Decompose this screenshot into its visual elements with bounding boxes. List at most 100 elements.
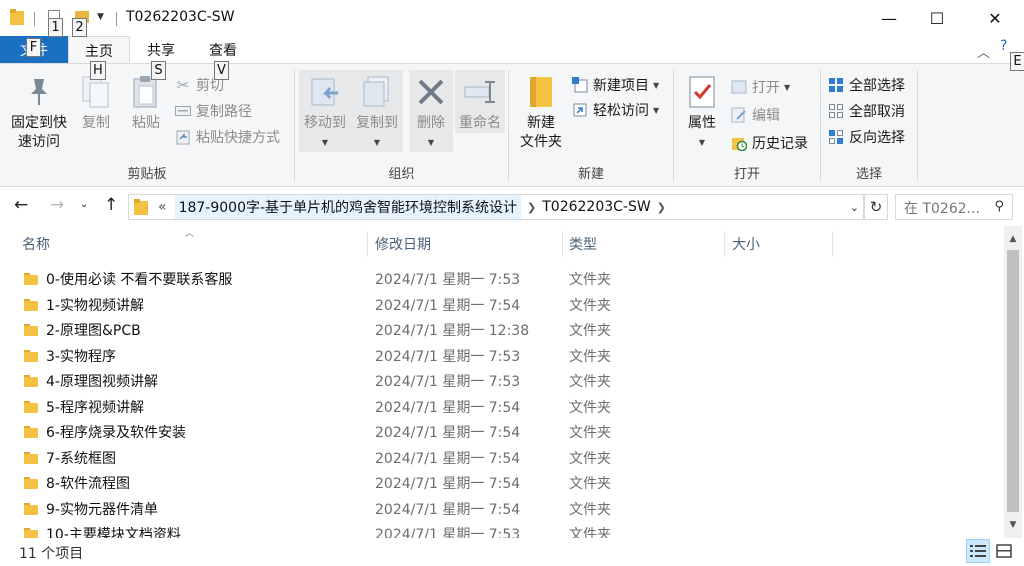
file-name: 9-实物元器件清单 [46, 501, 158, 518]
table-row[interactable]: 7-系统框图 2024/7/1 星期一 7:54 文件夹 [0, 445, 1000, 470]
copy-path-button[interactable]: 复制路径 [174, 100, 252, 122]
copy-to-button[interactable]: 复制到 ▼ [351, 70, 403, 152]
move-to-button[interactable]: 移动到 ▼ [299, 70, 351, 152]
column-header-modified[interactable]: 修改日期 [375, 231, 431, 257]
folder-icon [24, 426, 38, 438]
breadcrumb-overflow[interactable]: « [158, 199, 167, 215]
file-name: 4-原理图视频讲解 [46, 374, 158, 390]
refresh-button[interactable]: ↻ [864, 194, 888, 220]
large-icons-view-button[interactable] [992, 539, 1016, 563]
breadcrumb-current[interactable]: T0262203C-SW [542, 199, 650, 215]
select-all-button[interactable]: 全部选择 [827, 74, 905, 96]
edit-icon [730, 106, 748, 124]
copy-to-dropdown-icon: ▼ [373, 138, 381, 147]
new-folder-button[interactable]: 新建 文件夹 [515, 70, 567, 152]
column-divider[interactable] [562, 231, 563, 257]
table-row[interactable]: 2-原理图&PCB 2024/7/1 星期一 12:38 文件夹 [0, 317, 1000, 342]
title-separator [116, 12, 117, 26]
file-type: 文件夹 [569, 501, 611, 518]
file-name: 7-系统框图 [46, 450, 116, 467]
address-history-dropdown-icon[interactable]: ⌄ [850, 201, 859, 214]
new-group: 新建 文件夹 新建项目 ▼ 轻松访问 ▼ 新建 [509, 64, 673, 188]
rename-button[interactable]: 重命名 [455, 70, 505, 133]
file-modified: 2024/7/1 星期一 7:54 [375, 425, 521, 441]
column-header-type[interactable]: 类型 [569, 231, 597, 257]
file-modified: 2024/7/1 星期一 7:53 [375, 348, 521, 365]
clipboard-group: 固定到快 速访问 复制 粘贴 ✂ 剪切 复制路径 粘贴快捷方式 剪贴板 [0, 64, 294, 188]
column-divider[interactable] [367, 231, 368, 257]
history-button[interactable]: 历史记录 [730, 132, 808, 154]
keytip-home: H [90, 61, 106, 80]
folder-icon [24, 324, 38, 336]
scroll-up-arrow-icon[interactable]: ▲ [1004, 230, 1022, 248]
paste-shortcut-button[interactable]: 粘贴快捷方式 [174, 126, 280, 148]
item-count: 11 个项目 [19, 546, 84, 562]
column-header-size[interactable]: 大小 [732, 231, 760, 257]
breadcrumb-parent[interactable]: 187-9000字-基于单片机的鸡舍智能环境控制系统设计 [174, 195, 522, 219]
table-row[interactable]: 9-实物元器件清单 2024/7/1 星期一 7:54 文件夹 [0, 496, 1000, 521]
minimize-button[interactable]: — [866, 0, 912, 36]
search-input[interactable]: 在 T0262... ⚲ [895, 194, 1013, 220]
invert-selection-button[interactable]: 反向选择 [827, 126, 905, 148]
properties-button[interactable]: 属性 ▼ [680, 70, 724, 152]
back-arrow-icon[interactable]: ← [14, 195, 28, 215]
file-modified: 2024/7/1 星期一 7:54 [375, 501, 521, 518]
table-row[interactable]: 0-使用必读 不看不要联系客服 2024/7/1 星期一 7:53 文件夹 [0, 266, 1000, 291]
folder-icon [24, 273, 38, 285]
close-button[interactable]: ✕ [972, 0, 1018, 36]
table-row[interactable]: 10-主要模块文档资料 2024/7/1 星期一 7:53 文件夹 [0, 521, 1000, 538]
pin-quick-access-button[interactable]: 固定到快 速访问 [6, 70, 72, 152]
select-none-button[interactable]: 全部取消 [827, 100, 905, 122]
properties-check-icon [685, 74, 719, 110]
forward-arrow-icon[interactable]: → [50, 195, 64, 215]
tab-share[interactable]: 共享 [130, 36, 192, 64]
table-row[interactable]: 4-原理图视频讲解 2024/7/1 星期一 7:53 文件夹 [0, 368, 1000, 393]
keytip-file: F [26, 38, 41, 57]
maximize-button[interactable]: ☐ [914, 0, 960, 36]
file-type: 文件夹 [569, 527, 611, 538]
select-all-icon [827, 76, 845, 94]
file-modified: 2024/7/1 星期一 7:54 [375, 297, 521, 314]
table-row[interactable]: 8-软件流程图 2024/7/1 星期一 7:54 文件夹 [0, 470, 1000, 495]
up-arrow-icon[interactable]: ↑ [104, 195, 118, 215]
file-modified: 2024/7/1 星期一 7:54 [375, 450, 521, 467]
file-type: 文件夹 [569, 425, 611, 441]
table-row[interactable]: 6-程序烧录及软件安装 2024/7/1 星期一 7:54 文件夹 [0, 419, 1000, 444]
column-divider[interactable] [724, 231, 725, 257]
organize-group: 移动到 ▼ 复制到 ▼ 删除 ▼ 重命名 组织 [295, 64, 508, 188]
help-icon[interactable]: ? [1000, 38, 1007, 54]
move-to-icon [308, 74, 342, 110]
table-row[interactable]: 5-程序视频讲解 2024/7/1 星期一 7:54 文件夹 [0, 394, 1000, 419]
details-view-button[interactable] [966, 539, 990, 563]
recent-locations-chevron-icon[interactable]: ⌄ [80, 199, 88, 210]
file-modified: 2024/7/1 星期一 7:54 [375, 476, 521, 492]
table-row[interactable]: 1-实物视频讲解 2024/7/1 星期一 7:54 文件夹 [0, 292, 1000, 317]
vertical-scrollbar[interactable]: ▲ ▼ [1004, 226, 1022, 538]
open-button[interactable]: 打开 ▼ [730, 76, 790, 98]
scrollbar-thumb[interactable] [1007, 250, 1019, 512]
breadcrumb-chevron-icon[interactable]: ❯ [527, 201, 536, 214]
folder-icon [24, 349, 38, 362]
quick-access-separator [34, 12, 35, 26]
column-header-name[interactable]: 名称 [22, 231, 50, 257]
delete-dropdown-icon: ▼ [427, 138, 435, 147]
tab-view[interactable]: 查看 [192, 36, 254, 64]
column-divider[interactable] [832, 231, 833, 257]
delete-button[interactable]: 删除 ▼ [409, 70, 453, 152]
copy-path-icon [174, 102, 192, 120]
quick-access-dropdown-icon[interactable]: ▼ [97, 12, 104, 22]
file-name: 2-原理图&PCB [46, 323, 141, 339]
edit-button[interactable]: 编辑 [730, 104, 780, 126]
scroll-down-arrow-icon[interactable]: ▼ [1004, 516, 1022, 534]
address-bar[interactable]: « 187-9000字-基于单片机的鸡舍智能环境控制系统设计 ❯ T026220… [128, 194, 864, 220]
tab-home[interactable]: 主页 [68, 36, 130, 64]
file-type: 文件夹 [569, 450, 611, 467]
scissors-icon: ✂ [176, 76, 190, 94]
easy-access-button[interactable]: 轻松访问 ▼ [571, 99, 659, 121]
delete-x-icon [414, 74, 448, 110]
file-modified: 2024/7/1 星期一 7:53 [375, 374, 521, 390]
breadcrumb-chevron-icon[interactable]: ❯ [657, 201, 666, 214]
table-row[interactable]: 3-实物程序 2024/7/1 星期一 7:53 文件夹 [0, 343, 1000, 368]
ribbon-collapse-icon[interactable]: ︿ [977, 42, 990, 61]
new-item-button[interactable]: 新建项目 ▼ [571, 74, 659, 96]
